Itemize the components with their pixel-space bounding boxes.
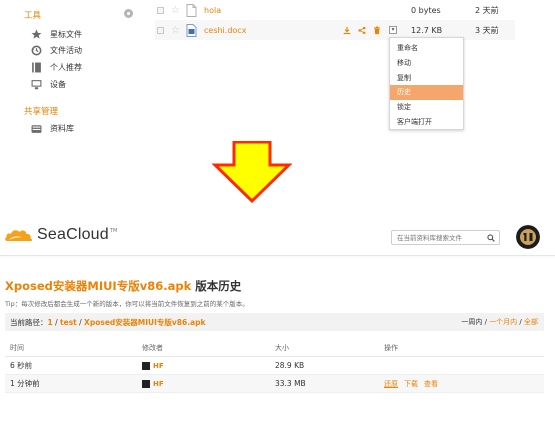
checkbox[interactable]	[157, 26, 164, 34]
menu-item-rename[interactable]: 重命名	[390, 41, 463, 56]
cloud-logo-icon	[5, 230, 33, 241]
column-header-modifier: 修改者	[142, 344, 163, 352]
file-row[interactable]: ☆ hola 0 bytes 2 天前	[155, 0, 515, 20]
file-actions	[343, 26, 381, 34]
seacloud-logo[interactable]: SeaCloud TM	[4, 226, 117, 244]
star-icon[interactable]: ☆	[171, 5, 181, 16]
sidebar-item-activity[interactable]: 文件活动	[31, 42, 82, 58]
sidebar-item-libraries[interactable]: 资料库	[31, 120, 74, 136]
file-size: 0 bytes	[411, 5, 441, 15]
file-name[interactable]: hola	[204, 6, 221, 15]
table-row: 6 秒前 HF 28.9 KB	[5, 357, 544, 375]
user-avatar[interactable]	[516, 225, 540, 249]
page-title: Xposed安装器MIUI专版v86.apk 版本历史	[5, 278, 241, 294]
history-table-header: 时间 修改者 大小 操作	[5, 340, 544, 357]
version-tip: Tip：每次修改后都会生成一个新的版本，你可以将当前文件恢复到之前的某个版本。	[5, 300, 249, 308]
star-icon	[31, 29, 42, 40]
search-box[interactable]	[391, 230, 500, 245]
download-link[interactable]: 下载	[404, 379, 418, 389]
sidebar-item-label: 星标文件	[50, 29, 82, 39]
restore-link[interactable]: 还原	[384, 379, 398, 389]
time-filters: 一周内 / 一个月内 / 全部	[461, 317, 538, 327]
breadcrumb: 当前路径： 1 / test / Xposed安装器MIUI专版v86.apk …	[5, 313, 544, 331]
menu-item-move[interactable]: 移动	[390, 56, 463, 71]
delete-icon[interactable]	[373, 26, 381, 34]
row-size: 33.3 MB	[275, 379, 306, 388]
path-link-file[interactable]: Xposed安装器MIUI专版v86.apk	[84, 317, 205, 328]
path-separator: /	[76, 317, 85, 327]
row-operations: 还原 下载 查看	[384, 375, 444, 392]
table-row: 1 分钟前 HF 33.3 MB 还原 下载 查看	[5, 375, 544, 393]
menu-item-lock[interactable]: 锁定	[390, 100, 463, 115]
file-size: 12.7 KB	[411, 25, 443, 35]
path-label: 当前路径：	[10, 317, 48, 327]
sidebar-item-recommend[interactable]: 个人推荐	[31, 59, 82, 75]
modifier-name[interactable]: HF	[153, 380, 164, 388]
logo-suffix: Cloud	[66, 226, 109, 243]
sidebar-item-label: 文件活动	[50, 45, 82, 55]
gear-icon[interactable]	[124, 9, 133, 18]
sidebar-item-label: 设备	[50, 79, 66, 89]
file-name[interactable]: ceshi.docx	[204, 26, 246, 35]
share-icon[interactable]	[358, 26, 366, 34]
modifier-name[interactable]: HF	[153, 362, 164, 370]
row-time: 1 分钟前	[10, 379, 40, 388]
search-icon[interactable]	[487, 234, 495, 244]
sidebar-share-heading: 共享管理	[24, 107, 59, 117]
modifier-avatar	[142, 379, 150, 388]
column-header-operations: 操作	[384, 344, 398, 352]
monitor-icon	[31, 79, 42, 90]
logo-text: SeaCloud	[37, 226, 109, 244]
file-icon	[186, 3, 197, 17]
file-time: 2 天前	[475, 5, 499, 15]
modifier-avatar	[142, 361, 150, 370]
path-link-folder[interactable]: test	[60, 318, 77, 327]
file-time: 3 天前	[475, 25, 499, 35]
column-header-time: 时间	[10, 344, 24, 352]
sidebar-tools-heading: 工具	[24, 11, 42, 21]
sidebar-item-devices[interactable]: 设备	[31, 76, 66, 92]
bookmark-icon	[31, 62, 42, 73]
row-time: 6 秒前	[10, 361, 33, 370]
menu-item-copy[interactable]: 复制	[390, 71, 463, 86]
word-file-icon	[186, 23, 197, 37]
file-context-menu: 重命名 移动 复制 历史 锁定 客户端打开	[389, 37, 464, 130]
row-modifier[interactable]: HF	[142, 375, 164, 392]
filter-separator: /	[517, 318, 524, 326]
filter-month[interactable]: 一个月内	[489, 318, 517, 326]
menu-item-open-in-client[interactable]: 客户端打开	[390, 115, 463, 130]
filter-week[interactable]: 一周内	[461, 318, 482, 326]
path-separator: /	[52, 317, 61, 327]
search-input[interactable]	[397, 233, 485, 242]
title-suffix: 版本历史	[191, 279, 242, 293]
filter-all[interactable]: 全部	[524, 318, 538, 326]
logo-prefix: Sea	[37, 226, 67, 243]
row-size: 28.9 KB	[275, 361, 305, 370]
view-link[interactable]: 查看	[424, 379, 438, 389]
sidebar-item-label: 资料库	[50, 123, 74, 133]
history-file-name[interactable]: Xposed安装器MIUI专版v86.apk	[5, 279, 191, 293]
logo-trademark: TM	[109, 228, 118, 234]
sidebar-item-label: 个人推荐	[50, 62, 82, 72]
history-icon	[31, 45, 42, 56]
column-header-size: 大小	[275, 344, 289, 352]
library-icon	[31, 123, 42, 134]
more-dropdown-toggle[interactable]: ▾	[389, 26, 397, 34]
down-arrow-icon	[212, 141, 292, 203]
menu-item-history[interactable]: 历史	[390, 85, 463, 101]
star-icon[interactable]: ☆	[171, 25, 181, 36]
row-modifier[interactable]: HF	[142, 357, 164, 374]
checkbox[interactable]	[157, 6, 164, 14]
download-icon[interactable]	[343, 26, 351, 34]
sidebar-item-starred[interactable]: 星标文件	[31, 26, 82, 42]
